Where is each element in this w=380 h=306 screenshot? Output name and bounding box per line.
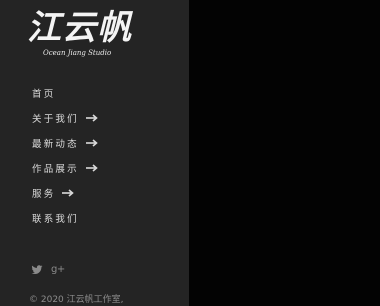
social-links: g+: [31, 264, 71, 276]
nav-item-news[interactable]: 最新动态: [32, 130, 99, 155]
nav-item-about[interactable]: 关于我们: [32, 105, 99, 130]
nav-item-services[interactable]: 服务: [32, 180, 99, 205]
main-nav: 首页 关于我们 最新动态 作品展示 服务 联系我们: [32, 80, 99, 230]
logo-subtitle: Ocean Jiang Studio: [43, 49, 112, 57]
google-plus-icon[interactable]: g+: [51, 264, 65, 276]
arrow-right-icon: [62, 188, 75, 197]
logo-brush-text: 江云帆: [27, 8, 132, 48]
nav-item-portfolio[interactable]: 作品展示: [32, 155, 99, 180]
arrow-right-icon: [85, 163, 98, 172]
main-content-area: [189, 0, 380, 306]
nav-item-contact[interactable]: 联系我们: [32, 205, 99, 230]
nav-item-label: 最新动态: [32, 138, 79, 150]
nav-item-label: 作品展示: [32, 163, 79, 175]
sidebar: 江云帆 Ocean Jiang Studio 首页 关于我们 最新动态 作品展示…: [0, 0, 189, 306]
nav-item-label: 联系我们: [32, 213, 79, 225]
nav-item-home[interactable]: 首页: [32, 80, 99, 105]
studio-logo[interactable]: 江云帆 Ocean Jiang Studio: [27, 8, 169, 58]
page: 江云帆 Ocean Jiang Studio 首页 关于我们 最新动态 作品展示…: [0, 0, 380, 306]
nav-item-label: 关于我们: [32, 113, 79, 125]
copyright-prefix: © 2020: [29, 295, 67, 305]
arrow-right-icon: [85, 138, 98, 147]
arrow-right-icon: [85, 113, 98, 122]
nav-item-label: 首页: [32, 88, 56, 100]
nav-item-label: 服务: [32, 188, 56, 200]
copyright-link[interactable]: 江云帆工作室,: [67, 295, 124, 305]
copyright-text: © 2020 江云帆工作室,: [29, 294, 124, 306]
twitter-icon[interactable]: [31, 264, 43, 276]
